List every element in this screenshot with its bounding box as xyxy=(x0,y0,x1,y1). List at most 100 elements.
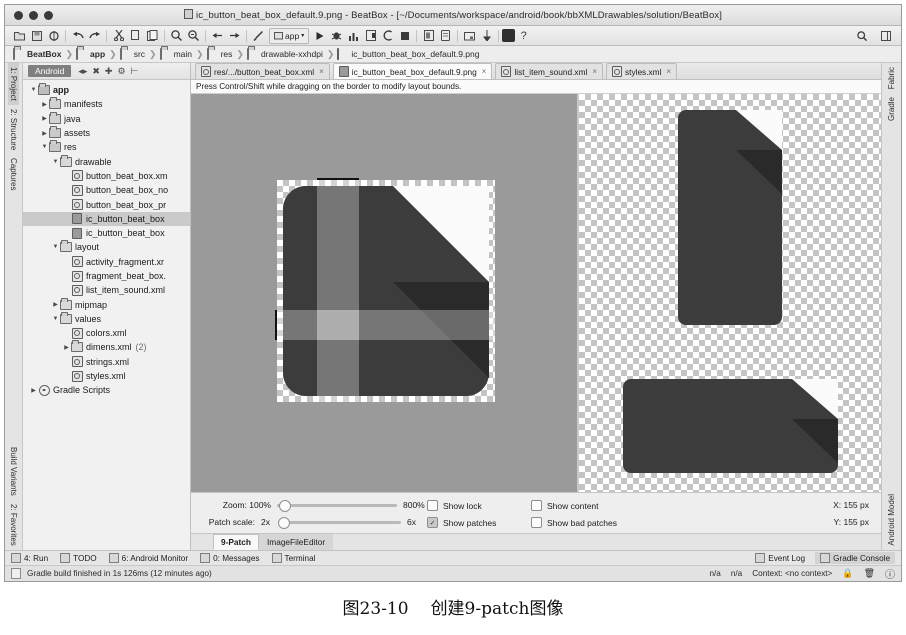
search-icon[interactable] xyxy=(853,28,870,43)
tree-node[interactable]: button_beat_box_pr xyxy=(23,197,190,211)
tree-node[interactable]: ▼values xyxy=(23,312,190,326)
mode-tab-imagefileeditor[interactable]: ImageFileEditor xyxy=(259,534,333,550)
breadcrumb-item-beatbox[interactable]: BeatBox xyxy=(13,49,64,59)
sdk-manager-icon[interactable] xyxy=(420,28,437,43)
left-rail-tab-2-favorites[interactable]: 2: Favorites xyxy=(8,500,19,550)
debug-icon[interactable] xyxy=(328,28,345,43)
chevron-down-icon[interactable]: ▼ xyxy=(40,144,49,150)
breadcrumb-item-res[interactable]: res xyxy=(207,49,236,59)
sync-icon[interactable] xyxy=(45,28,62,43)
info-icon[interactable]: ⓘ xyxy=(885,566,895,581)
find-icon[interactable] xyxy=(168,28,185,43)
run-icon[interactable] xyxy=(311,28,328,43)
tool-window-event-log[interactable]: Event Log xyxy=(755,553,805,563)
tool-window-4-run[interactable]: 4: Run xyxy=(11,553,48,563)
close-icon[interactable]: × xyxy=(666,67,671,76)
show-content-checkbox[interactable] xyxy=(531,500,542,511)
run-configuration-selector[interactable]: app ▾ xyxy=(269,28,309,44)
settings-panel-icon[interactable] xyxy=(877,28,894,43)
editor-tab-list-item-sound-xml[interactable]: list_item_sound.xml× xyxy=(495,63,603,79)
target-icon[interactable]: ✚ xyxy=(105,66,113,77)
open-folder-icon[interactable] xyxy=(11,28,28,43)
breadcrumb-item-drawable-xxhdpi[interactable]: drawable-xxhdpi xyxy=(247,49,326,59)
window-controls[interactable] xyxy=(14,11,53,20)
breadcrumb-item-src[interactable]: src xyxy=(120,49,148,59)
chevron-right-icon[interactable]: ▶ xyxy=(40,115,49,122)
show-lock-checkbox[interactable] xyxy=(427,500,438,511)
tree-node[interactable]: ▼res xyxy=(23,140,190,154)
attach-debugger-icon[interactable] xyxy=(362,28,379,43)
chevron-right-icon[interactable]: ▶ xyxy=(40,101,49,108)
stop-icon[interactable] xyxy=(396,28,413,43)
redo-icon[interactable] xyxy=(86,28,103,43)
mode-tab-9-patch[interactable]: 9-Patch xyxy=(213,534,259,550)
tree-node[interactable]: button_beat_box.xm xyxy=(23,169,190,183)
lock-icon[interactable]: 🔒 xyxy=(842,568,853,579)
left-rail-tab-captures[interactable]: Captures xyxy=(8,154,19,194)
chevron-down-icon[interactable]: ▼ xyxy=(29,87,38,93)
tree-node[interactable]: ▶manifests xyxy=(23,97,190,111)
android-icon[interactable] xyxy=(502,29,515,42)
tree-node[interactable]: styles.xml xyxy=(23,369,190,383)
breadcrumb-item-main[interactable]: main xyxy=(160,49,195,59)
forward-icon[interactable] xyxy=(226,28,243,43)
zoom-slider[interactable] xyxy=(277,504,397,507)
tree-node[interactable]: ▶dimens.xml(2) xyxy=(23,340,190,354)
editor-tab-res-button-beat-box-xml[interactable]: res/.../button_beat_box.xml× xyxy=(195,63,330,79)
tree-node[interactable]: ▼app xyxy=(23,83,190,97)
tree-node[interactable]: ic_button_beat_box xyxy=(23,226,190,240)
tool-window-todo[interactable]: TODO xyxy=(60,553,97,563)
collapse-all-icon[interactable]: ✖ xyxy=(92,66,100,77)
patch-scale-slider-knob[interactable] xyxy=(278,517,290,529)
right-rail-tab-gradle[interactable]: Gradle xyxy=(886,93,897,125)
coverage-icon[interactable] xyxy=(379,28,396,43)
tree-node[interactable]: ▼layout xyxy=(23,240,190,254)
tree-node[interactable]: strings.xml xyxy=(23,355,190,369)
checkbox-show-lock[interactable]: Show lock xyxy=(427,500,482,511)
tree-node[interactable]: colors.xml xyxy=(23,326,190,340)
chevron-down-icon[interactable]: ▼ xyxy=(51,316,60,322)
chevron-right-icon[interactable]: ▶ xyxy=(40,130,49,137)
chevron-right-icon[interactable]: ▶ xyxy=(62,344,71,351)
back-icon[interactable] xyxy=(209,28,226,43)
editor-tab-styles-xml[interactable]: styles.xml× xyxy=(606,63,677,79)
avd-manager-icon[interactable] xyxy=(437,28,454,43)
tree-node[interactable]: ▶java xyxy=(23,112,190,126)
right-rail-tab-android-model[interactable]: Android Model xyxy=(886,490,897,550)
left-rail-tab-1-project[interactable]: 1: Project xyxy=(8,63,19,105)
close-icon[interactable]: × xyxy=(482,67,487,76)
checkbox-show-patches[interactable]: ✓ Show patches xyxy=(427,517,496,528)
patch-scale-slider[interactable] xyxy=(281,521,401,524)
chevron-right-icon[interactable]: ▶ xyxy=(29,387,38,394)
trash-icon[interactable]: 🗑 xyxy=(864,568,875,579)
right-rail-tab-fabric[interactable]: Fabric xyxy=(886,63,897,93)
tree-node[interactable]: ▶assets xyxy=(23,126,190,140)
close-icon[interactable]: × xyxy=(319,67,324,76)
left-rail-tab-2-structure[interactable]: 2: Structure xyxy=(8,105,19,154)
maximize-window-button[interactable] xyxy=(44,11,53,20)
close-window-button[interactable] xyxy=(14,11,23,20)
editor-tab-ic-button-beat-box-default-9-png[interactable]: ic_button_beat_box_default.9.png× xyxy=(333,63,493,79)
build-hammer-icon[interactable] xyxy=(250,28,267,43)
close-icon[interactable]: × xyxy=(592,67,597,76)
tool-window-gradle-console[interactable]: Gradle Console xyxy=(815,552,895,564)
breadcrumb-item-ic-button-beat-box-default-9-png[interactable]: ic_button_beat_box_default.9.png xyxy=(337,49,482,59)
show-bad-patches-checkbox[interactable] xyxy=(531,517,542,528)
profile-icon[interactable] xyxy=(345,28,362,43)
tool-window-terminal[interactable]: Terminal xyxy=(272,553,316,563)
breadcrumb-item-app[interactable]: app xyxy=(76,49,108,59)
checkbox-show-bad-patches[interactable]: Show bad patches xyxy=(531,517,617,528)
tool-window-0-messages[interactable]: 0: Messages xyxy=(200,553,259,563)
replace-icon[interactable] xyxy=(185,28,202,43)
tree-node[interactable]: ic_button_beat_box xyxy=(23,212,190,226)
help-icon[interactable]: ? xyxy=(515,28,532,43)
stretch-marker-top[interactable] xyxy=(317,178,359,180)
copy-icon[interactable] xyxy=(127,28,144,43)
project-tree[interactable]: ▼app▶manifests▶java▶assets▼res▼drawableb… xyxy=(23,80,190,550)
settings-gear-icon[interactable]: ⚙ xyxy=(117,66,125,77)
paste-icon[interactable] xyxy=(144,28,161,43)
device-monitor-icon[interactable] xyxy=(478,28,495,43)
left-rail-tab-build-variants[interactable]: Build Variants xyxy=(8,443,19,500)
show-patches-checkbox[interactable]: ✓ xyxy=(427,517,438,528)
tree-node[interactable]: activity_fragment.xr xyxy=(23,255,190,269)
